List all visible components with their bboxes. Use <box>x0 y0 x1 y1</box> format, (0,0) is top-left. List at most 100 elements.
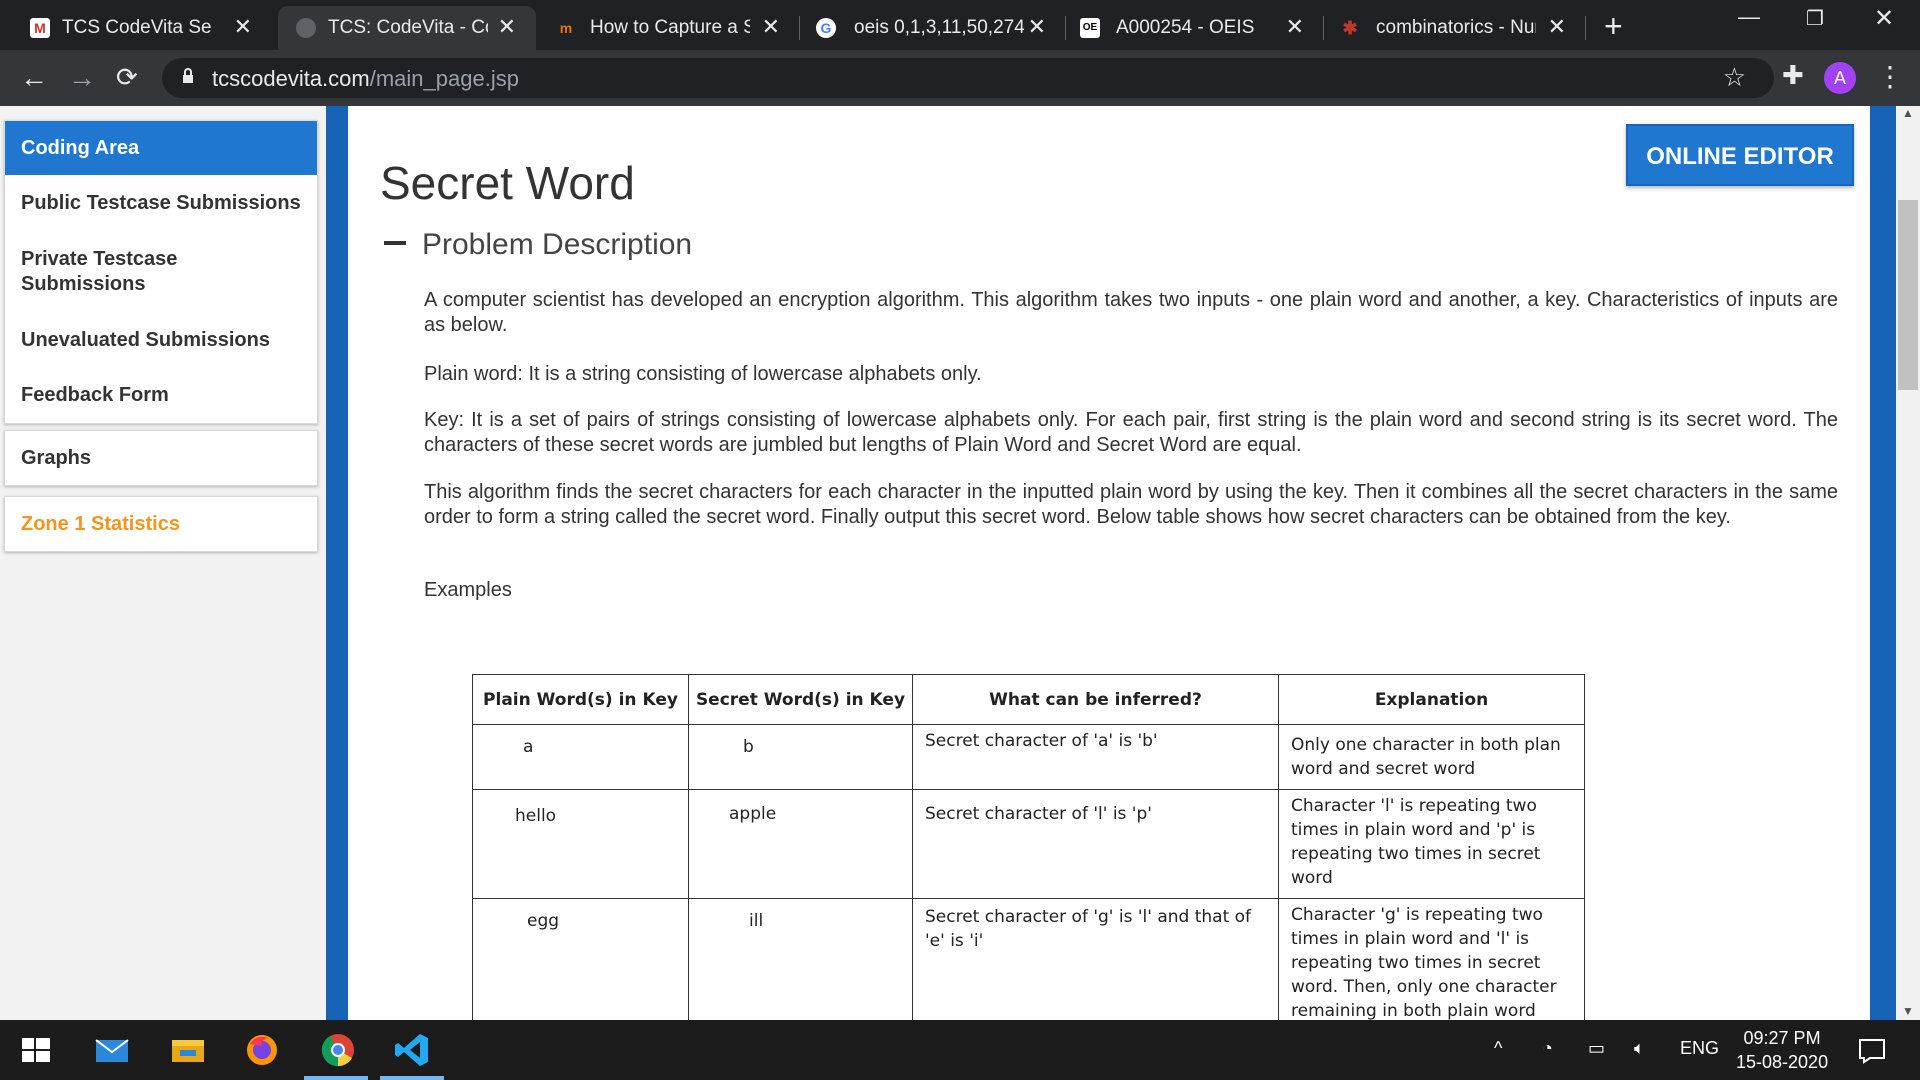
address-bar[interactable]: tcscodevita.com/main_page.jsp ☆ <box>162 58 1774 98</box>
table-header: Secret Word(s) in Key <box>688 674 913 725</box>
table-cell: Secret character of 'a' is 'b' <box>912 724 1279 790</box>
forward-icon[interactable]: → <box>68 62 96 94</box>
description-paragraph: A computer scientist has developed an en… <box>424 289 1838 336</box>
tab-title: How to Capture a Sc <box>590 17 750 38</box>
back-icon[interactable]: ← <box>20 62 48 94</box>
scroll-down-icon[interactable]: ▼ <box>1902 1004 1914 1018</box>
close-tab-icon[interactable]: ✕ <box>762 14 780 40</box>
table-cell: egg <box>472 898 689 1020</box>
show-hidden-icons-icon[interactable]: ^ <box>1494 1038 1502 1059</box>
tab-oeis-search[interactable]: G oeis 0,1,3,11,50,274,1 ✕ <box>800 6 1066 50</box>
restore-button[interactable]: ❐ <box>1806 6 1824 31</box>
sidebar-graphs-card: Graphs <box>4 430 318 486</box>
table-header: Explanation <box>1278 674 1585 725</box>
close-tab-icon[interactable]: ✕ <box>1028 14 1046 40</box>
vscode-active-indicator <box>380 1076 444 1080</box>
sidebar-item-coding-area[interactable]: Coding Area <box>5 121 317 175</box>
table-header-row: Plain Word(s) in Key Secret Word(s) in K… <box>472 674 1585 725</box>
tab-title: combinatorics - Nun <box>1376 17 1536 38</box>
close-tab-icon[interactable]: ✕ <box>1286 14 1304 40</box>
volume-icon[interactable]: 🔈︎ <box>1634 1038 1645 1059</box>
bookmark-star-icon[interactable]: ☆ <box>1723 62 1746 93</box>
table-cell: hello <box>472 789 689 899</box>
sidebar-item-unevaluated[interactable]: Unevaluated Submissions <box>5 313 317 367</box>
table-cell: Character 'l' is repeating two times in … <box>1278 789 1585 899</box>
table-cell: Secret character of 'g' is 'l' and that … <box>912 898 1279 1020</box>
description-paragraph: Plain word: It is a string consisting of… <box>424 363 982 385</box>
sidebar-item-graphs[interactable]: Graphs <box>5 431 317 485</box>
page-title: Secret Word <box>380 157 635 209</box>
table-row: egg ill Secret character of 'g' is 'l' a… <box>472 898 1585 1020</box>
sidebar-item-public-testcase[interactable]: Public Testcase Submissions <box>5 175 317 231</box>
windows-start-icon[interactable] <box>16 1030 56 1070</box>
language-indicator[interactable]: ENG <box>1680 1038 1719 1059</box>
problem-description-header[interactable]: Problem Description <box>384 228 692 262</box>
google-icon: G <box>816 18 836 38</box>
table-cell: b <box>688 724 913 790</box>
section-title: Problem Description <box>422 228 693 261</box>
table-cell: Character 'g' is repeating two times in … <box>1278 898 1585 1020</box>
url-text: tcscodevita.com/main_page.jsp <box>212 66 519 92</box>
sidebar-item-feedback[interactable]: Feedback Form <box>5 367 317 423</box>
notification-icon[interactable] <box>1852 1030 1892 1070</box>
close-tab-icon[interactable]: ✕ <box>498 14 516 40</box>
wifi-icon[interactable]: ◔ <box>1542 1038 1553 1059</box>
close-tab-icon[interactable]: ✕ <box>234 14 252 40</box>
tab-combinatorics[interactable]: ✱ combinatorics - Nun ✕ <box>1324 6 1586 50</box>
sidebar-zone-card: Zone 1 Statistics <box>4 496 318 552</box>
mail-icon[interactable] <box>92 1030 132 1070</box>
close-window-button[interactable]: ✕ <box>1874 4 1894 33</box>
lock-icon <box>183 68 193 83</box>
tab-title: oeis 0,1,3,11,50,274,1 <box>854 17 1024 38</box>
tab-codevita-coding[interactable]: TCS: CodeVita - Codi ✕ <box>278 6 536 50</box>
left-blue-border <box>326 106 348 1020</box>
sidebar-menu: Coding Area Public Testcase Submissions … <box>4 120 318 424</box>
url-path: /main_page.jsp <box>369 66 519 91</box>
oeis-icon: OE <box>1080 18 1100 38</box>
reload-icon[interactable]: ⟳ <box>116 62 138 93</box>
table-header: Plain Word(s) in Key <box>472 674 689 725</box>
file-explorer-icon[interactable] <box>168 1030 208 1070</box>
tab-gmail[interactable]: M TCS CodeVita Season ✕ <box>0 6 272 50</box>
vscode-icon[interactable] <box>392 1030 432 1070</box>
table-row: a b Secret character of 'a' is 'b' Only … <box>472 724 1585 790</box>
table-row: hello apple Secret character of 'l' is '… <box>472 789 1585 899</box>
sidebar-item-zone-statistics[interactable]: Zone 1 Statistics <box>5 497 317 551</box>
url-domain: tcscodevita.com <box>212 66 370 91</box>
minimize-button[interactable]: — <box>1738 4 1760 30</box>
table-cell: apple <box>688 789 913 899</box>
tab-separator <box>1585 16 1586 40</box>
m-icon: m <box>559 20 573 36</box>
gmail-icon: M <box>30 18 50 38</box>
new-tab-button[interactable]: + <box>1604 8 1623 45</box>
tab-title: TCS CodeVita Season <box>62 17 212 38</box>
system-clock[interactable]: 09:27 PM 15-08-2020 <box>1736 1026 1828 1074</box>
description-paragraph: Key: It is a set of pairs of strings con… <box>424 409 1838 456</box>
scroll-up-icon[interactable]: ▲ <box>1902 106 1914 120</box>
examples-label: Examples <box>424 579 512 601</box>
battery-icon[interactable]: ▭ <box>1588 1038 1605 1059</box>
collapse-icon[interactable] <box>384 241 406 246</box>
sidebar-item-private-testcase[interactable]: Private Testcase Submissions <box>5 231 317 313</box>
table-cell: ill <box>688 898 913 1020</box>
windows-taskbar: ^ ◔ ▭ 🔈︎ ENG 09:27 PM 15-08-2020 <box>0 1020 1920 1080</box>
math-se-icon: ✱ <box>1342 18 1358 38</box>
chrome-icon[interactable] <box>318 1030 358 1070</box>
globe-icon <box>296 18 316 38</box>
tab-oeis-a000254[interactable]: OE A000254 - OEIS ✕ <box>1066 6 1324 50</box>
table-header: What can be inferred? <box>912 674 1279 725</box>
chrome-active-indicator <box>304 1076 368 1080</box>
clock-time: 09:27 PM <box>1743 1028 1821 1048</box>
browser-tab-strip: M TCS CodeVita Season ✕ TCS: CodeVita - … <box>0 0 1920 50</box>
browser-toolbar: ← → ⟳ tcscodevita.com/main_page.jsp ☆ ✚ … <box>0 50 1920 106</box>
firefox-icon[interactable] <box>242 1030 282 1070</box>
extensions-puzzle-icon[interactable]: ✚ <box>1782 60 1812 90</box>
browser-menu-icon[interactable]: ⋮ <box>1876 60 1904 93</box>
description-paragraph: This algorithm finds the secret characte… <box>424 481 1838 528</box>
tab-how-to-capture[interactable]: m How to Capture a Sc ✕ <box>540 6 800 50</box>
online-editor-button[interactable]: ONLINE EDITOR (F) <box>1626 124 1854 232</box>
scrollbar-thumb[interactable] <box>1898 200 1918 390</box>
examples-table: Plain Word(s) in Key Secret Word(s) in K… <box>472 674 1585 1020</box>
avatar[interactable]: A <box>1824 62 1856 94</box>
close-tab-icon[interactable]: ✕ <box>1548 14 1566 40</box>
